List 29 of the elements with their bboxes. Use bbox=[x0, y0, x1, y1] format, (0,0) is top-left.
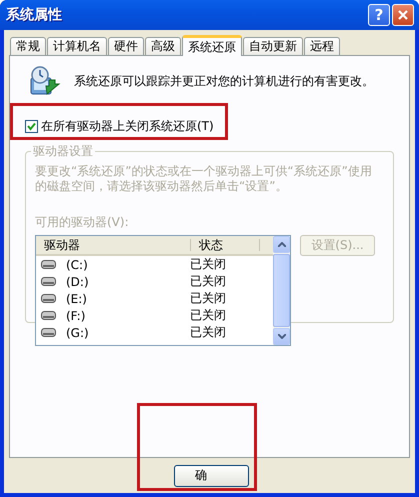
intro-text: 系统还原可以跟踪并更正对您的计算机进行的有害更改。 bbox=[74, 72, 374, 90]
drive-icon bbox=[41, 311, 56, 320]
ok-button[interactable]: 确 bbox=[174, 464, 249, 486]
close-icon[interactable] bbox=[398, 10, 408, 20]
drive-status: 已关闭 bbox=[190, 273, 226, 290]
close-button[interactable] bbox=[392, 4, 414, 26]
drive-status: 已关闭 bbox=[190, 256, 226, 273]
scroll-bar[interactable] bbox=[273, 236, 290, 345]
drive-status: 已关闭 bbox=[190, 324, 226, 341]
drive-icon bbox=[41, 328, 56, 337]
window-title: 系统属性 bbox=[6, 6, 63, 24]
tab[interactable]: 常规 bbox=[10, 37, 46, 55]
help-button[interactable]: ? bbox=[368, 4, 390, 26]
tab[interactable]: 硬件 bbox=[108, 37, 144, 55]
drive-status: 已关闭 bbox=[190, 290, 226, 307]
tab[interactable]: 自动更新 bbox=[243, 37, 303, 55]
drive-status: 已关闭 bbox=[190, 307, 226, 324]
list-label: 可用的驱动器(V): bbox=[35, 214, 130, 231]
tab[interactable]: 计算机名 bbox=[47, 37, 107, 55]
group-description: 要更改“系统还原”的状态或在一个驱动器上可供“系统还原”使用的磁盘空间，请选择该驱动器然后单击“设置”。 bbox=[35, 164, 373, 194]
drive-icon bbox=[41, 260, 56, 269]
group-title: 驱动器设置 bbox=[32, 143, 94, 160]
tab[interactable]: 远程 bbox=[304, 37, 340, 55]
checkbox[interactable] bbox=[25, 120, 38, 133]
tab[interactable]: 系统还原 bbox=[182, 35, 242, 56]
checkbox-label[interactable]: 在所有驱动器上关闭系统还原(T) bbox=[41, 118, 214, 135]
tab[interactable]: 高级 bbox=[145, 37, 181, 55]
drive-icon bbox=[41, 294, 56, 303]
drive-icon bbox=[41, 277, 56, 286]
